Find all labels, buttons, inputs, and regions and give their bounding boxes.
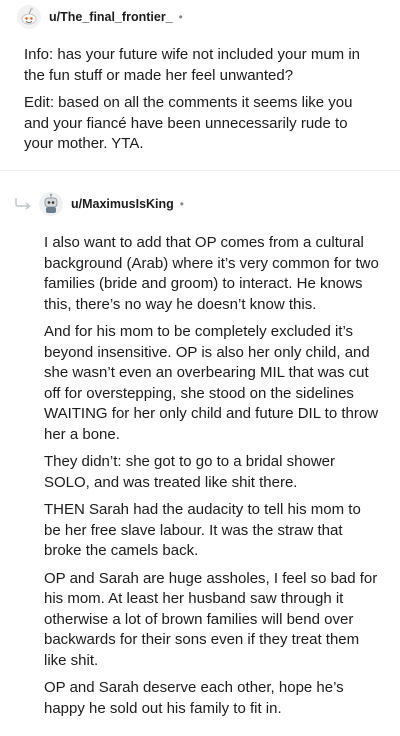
- robot-avatar-icon[interactable]: [39, 192, 63, 216]
- comment-body: I also want to add that OP comes from a …: [44, 233, 380, 726]
- comment-username[interactable]: u/The_final_frontier_: [49, 10, 173, 24]
- separator-dot: •: [178, 10, 183, 24]
- comment-paragraph: OP and Sarah deserve each other, hope he…: [44, 679, 344, 717]
- comment-paragraph: And for his mom to be completely exclude…: [44, 323, 379, 443]
- comment-paragraph: Edit: based on all the comments it seems…: [24, 94, 353, 152]
- comment-header: u/MaximusIsKing •: [39, 192, 184, 216]
- separator-dot: •: [179, 197, 184, 211]
- comment-body: Info: has your future wife not included …: [24, 45, 380, 162]
- comment-paragraph: Info: has your future wife not included …: [24, 46, 361, 84]
- comment-paragraph: THEN Sarah had the audacity to tell his …: [44, 501, 361, 559]
- snoo-avatar-icon[interactable]: [17, 5, 41, 29]
- comment-paragraph: They didn’t: she got to go to a bridal s…: [44, 453, 336, 491]
- comment-username[interactable]: u/MaximusIsKing: [71, 197, 174, 211]
- reply-arrow-icon: [14, 197, 34, 216]
- comment-paragraph: OP and Sarah are huge assholes, I feel s…: [44, 569, 378, 669]
- divider: [0, 170, 400, 171]
- comment-header: u/The_final_frontier_ •: [17, 5, 183, 29]
- comment-paragraph: I also want to add that OP comes from a …: [44, 234, 379, 313]
